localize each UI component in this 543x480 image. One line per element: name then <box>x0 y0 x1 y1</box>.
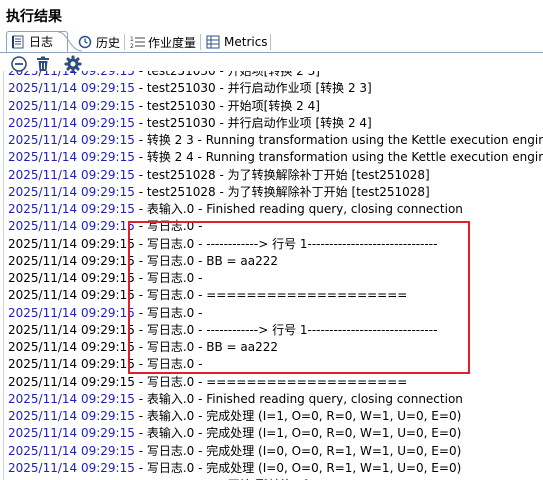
log-timestamp: 2025/11/14 09:29:15 <box>8 340 135 354</box>
svg-text:2: 2 <box>130 43 134 49</box>
metrics-icon <box>206 35 220 49</box>
tab-divider <box>200 34 201 50</box>
log-message: - test251030 - 并行启动作业项 [转换 2 4] <box>134 115 372 130</box>
log-message: - 写日志.0 - 完成处理 (I=0, O=0, R=1, W=1, U=0,… <box>134 460 462 475</box>
log-timestamp: 2025/11/14 09:29:15 <box>8 391 135 406</box>
log-toolbar <box>0 53 543 73</box>
log-timestamp: 2025/11/14 09:29:15 <box>8 443 135 458</box>
log-timestamp: 2025/11/14 09:29:15 <box>8 71 135 78</box>
log-line: 2025/11/14 09:29:15 - 转换 2 4 - Running t… <box>8 150 543 164</box>
log-line: 2025/11/14 09:29:15 - 表输入.0 - Finished r… <box>8 202 463 216</box>
log-message: - test251030 - 开始项[转换 2 3] <box>134 71 320 78</box>
tab-bar: 日志 历史 1 2 作业度量 Metrics <box>0 30 543 53</box>
tab-divider <box>124 34 125 50</box>
tab-job-metrics-label: 作业度量 <box>148 35 197 50</box>
log-line: 2025/11/14 09:29:15 - 写日志.0 - 完成处理 (I=0,… <box>8 444 461 458</box>
svg-text:1: 1 <box>130 36 134 43</box>
tab-history[interactable]: 历史 <box>74 32 124 52</box>
log-timestamp: 2025/11/14 09:29:15 <box>8 167 135 182</box>
log-line: 2025/11/14 09:29:15 - 写日志.0 - 完成处理 (I=0,… <box>8 461 461 475</box>
log-message: - 表输入.0 - 完成处理 (I=1, O=0, R=0, W=1, U=0,… <box>134 426 462 441</box>
log-timestamp: 2025/11/14 09:29:15 <box>8 150 135 165</box>
log-timestamp: 2025/11/14 09:29:15 <box>8 202 135 216</box>
log-message: - test251030 - 开始项[转换 2 4] <box>134 98 320 113</box>
highlight-box <box>128 221 470 374</box>
tab-history-label: 历史 <box>96 35 121 50</box>
log-line: 2025/11/14 09:29:15 - test251028 - 为了转换解… <box>8 168 430 182</box>
log-message: - 表输入.0 - Finished reading query, closin… <box>134 202 463 216</box>
log-timestamp: 2025/11/14 09:29:15 <box>8 236 135 251</box>
tab-metrics[interactable]: Metrics <box>202 32 272 52</box>
history-icon <box>78 35 92 49</box>
log-line: 2025/11/14 09:29:15 - 表输入.0 - 完成处理 (I=1,… <box>8 409 461 423</box>
log-timestamp: 2025/11/14 09:29:15 <box>8 409 135 423</box>
log-line: 2025/11/14 09:29:15 - test251030 - 并行启动作… <box>8 116 372 130</box>
log-message: - 转换 2 3 - Running transformation using … <box>134 133 543 147</box>
log-timestamp: 2025/11/14 09:29:15 <box>8 133 135 147</box>
log-timestamp: 2025/11/14 09:29:15 <box>8 357 135 372</box>
log-timestamp: 2025/11/14 09:29:15 <box>8 288 135 303</box>
tab-job-metrics[interactable]: 1 2 作业度量 <box>126 32 200 52</box>
log-line: 2025/11/14 09:29:15 - 写日志.0 - ==========… <box>8 375 407 389</box>
log-timestamp: 2025/11/14 09:29:15 <box>8 81 135 96</box>
log-timestamp: 2025/11/14 09:29:15 <box>8 271 135 285</box>
tab-divider <box>270 34 271 50</box>
tab-log-label: 日志 <box>29 35 54 49</box>
log-line: 2025/11/14 09:29:15 - test251030 - 开始项[转… <box>8 99 320 113</box>
log-message: - test251030 - 并行启动作业项 [转换 2 3] <box>134 81 372 96</box>
log-timestamp: 2025/11/14 09:29:15 <box>8 115 135 130</box>
tab-metrics-label: Metrics <box>224 35 268 49</box>
log-message: - 表输入.0 - 完成处理 (I=1, O=0, R=0, W=1, U=0,… <box>134 409 462 423</box>
log-icon <box>11 35 25 49</box>
log-line: 2025/11/14 09:29:15 - test251030 - 并行启动作… <box>8 81 372 95</box>
log-timestamp: 2025/11/14 09:29:15 <box>8 374 135 389</box>
log-message: - 写日志.0 - 完成处理 (I=0, O=0, R=1, W=1, U=0,… <box>134 443 462 458</box>
log-message: - 写日志.0 - ==================== <box>134 374 408 389</box>
log-message: - test251028 - 为了转换解除补丁开始 [test251028] <box>134 167 430 182</box>
log-timestamp: 2025/11/14 09:29:15 <box>8 253 135 268</box>
log-message: - 转换 2 4 - Running transformation using … <box>134 150 543 165</box>
log-line: 2025/11/14 09:29:15 - 表输入.0 - Finished r… <box>8 392 463 406</box>
log-line: 2025/11/14 09:29:15 - test251030 - 开始项[转… <box>8 71 320 78</box>
log-timestamp: 2025/11/14 09:29:15 <box>8 219 135 234</box>
log-timestamp: 2025/11/14 09:29:15 <box>8 426 135 441</box>
job-metrics-icon: 1 2 <box>130 35 145 50</box>
log-line: 2025/11/14 09:29:15 - 转换 2 3 - Running t… <box>8 133 543 147</box>
log-timestamp: 2025/11/14 09:29:15 <box>8 184 135 199</box>
panel-title: 执行结果 <box>6 9 62 25</box>
log-message: - 表输入.0 - Finished reading query, closin… <box>134 391 463 406</box>
log-timestamp: 2025/11/14 09:29:15 <box>8 98 135 113</box>
log-timestamp: 2025/11/14 09:29:15 <box>8 322 135 337</box>
log-timestamp: 2025/11/14 09:29:15 <box>8 305 135 320</box>
log-message: - test251028 - 为了转换解除补丁开始 [test251028] <box>134 184 430 199</box>
log-timestamp: 2025/11/14 09:29:15 <box>8 460 135 475</box>
log-line: 2025/11/14 09:29:15 - 表输入.0 - 完成处理 (I=1,… <box>8 426 461 440</box>
log-line: 2025/11/14 09:29:15 - test251028 - 为了转换解… <box>8 185 430 199</box>
